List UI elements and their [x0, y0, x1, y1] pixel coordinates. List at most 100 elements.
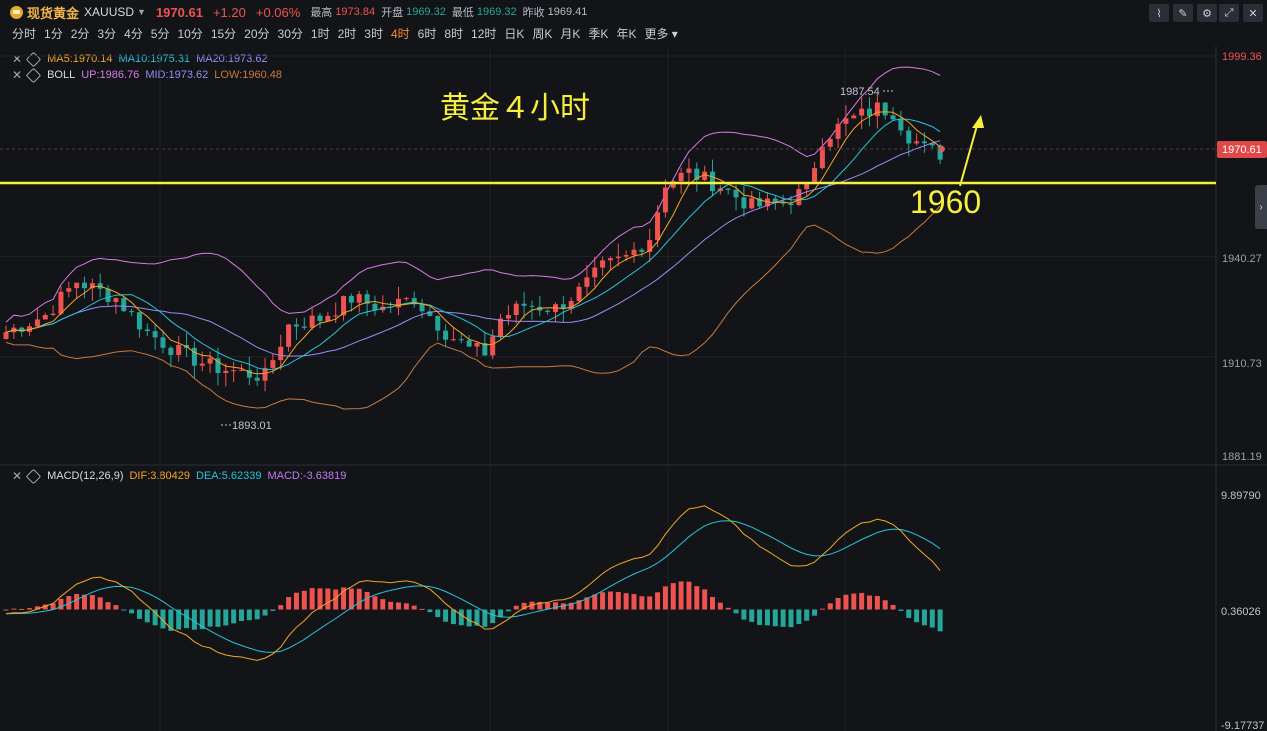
tab-timeframe[interactable]: 8时	[444, 25, 463, 42]
tab-timeframe[interactable]: 6时	[418, 25, 437, 42]
candle-body	[309, 315, 315, 328]
macd-axis-label: 0.36026	[1221, 606, 1261, 618]
candle-body	[482, 343, 488, 356]
macd-histogram-bar	[184, 609, 190, 629]
macd-histogram-bar	[42, 604, 48, 610]
chevron-down-icon[interactable]: ▼	[137, 7, 146, 17]
macd-histogram-bar	[215, 609, 221, 627]
tab-timeframe[interactable]: 1分	[44, 25, 63, 42]
tab-timeframe[interactable]: 3分	[97, 25, 116, 42]
macd-histogram-bar	[58, 598, 64, 610]
macd-histogram-bar	[749, 609, 755, 622]
eye-icon[interactable]	[25, 67, 42, 83]
tab-timeframe[interactable]: 3时	[364, 25, 383, 42]
tab-timeframe[interactable]: 4分	[124, 25, 143, 42]
tab-timeframe[interactable]: 15分	[211, 25, 236, 42]
macd-histogram-bar	[914, 609, 920, 623]
tab-timeframe[interactable]: 5分	[151, 25, 170, 42]
tab-timeframe[interactable]: 月K	[560, 25, 580, 42]
draw-pen-icon[interactable]: ✎	[1173, 4, 1193, 22]
current-price-tag	[1217, 141, 1267, 158]
tab-timeframe[interactable]: 20分	[244, 25, 269, 42]
macd-histogram-bar	[788, 609, 794, 628]
macd-histogram-bar	[592, 594, 598, 610]
macd-histogram-bar	[882, 600, 888, 610]
macd-axis-label: -9.17737	[1221, 720, 1264, 731]
close-icon[interactable]: ✕	[1243, 4, 1263, 22]
macd-histogram-bar	[207, 609, 213, 627]
tab-timeframe[interactable]: 30分	[278, 25, 303, 42]
ma20-line	[5, 140, 941, 357]
ma5-value: MA5:1970.14	[47, 53, 113, 65]
candle-body	[411, 298, 417, 305]
candle-body	[725, 188, 731, 190]
macd-histogram-bar	[348, 588, 354, 610]
tab-timeframe[interactable]: 更多 ▾	[644, 25, 677, 42]
macd-histogram-bar	[11, 608, 17, 610]
tab-timeframe[interactable]: 4时	[391, 25, 410, 42]
macd-histogram-bar	[639, 596, 645, 610]
candle-body	[443, 330, 449, 340]
candle-body	[859, 108, 865, 116]
eye-icon[interactable]	[25, 51, 42, 67]
macd-histogram-bar	[529, 601, 535, 610]
annotation-title: 黄金４小时	[440, 92, 590, 125]
prev-close-value: 1969.41	[547, 6, 588, 18]
close-icon[interactable]: ✕	[12, 68, 22, 82]
candle-body	[615, 256, 621, 259]
tab-timeframe[interactable]: 季K	[588, 25, 608, 42]
candle-body	[874, 102, 880, 117]
tab-timeframe[interactable]: 2分	[71, 25, 90, 42]
window-tools: ⤢ ✕	[1219, 4, 1263, 22]
macd-histogram-bar	[278, 605, 284, 610]
price-chart[interactable]: 黄金４小时 1960 1987.54 1893.01 1999.36 1940.27 19…	[0, 0, 1267, 731]
macd-histogram-bar	[3, 609, 9, 611]
candle-body	[568, 300, 574, 309]
tab-timeframe[interactable]: 10分	[177, 25, 202, 42]
tab-timeframe[interactable]: 分时	[12, 25, 36, 42]
boll-lower-line	[5, 205, 941, 410]
candle-body	[639, 249, 645, 252]
candle-body	[278, 346, 284, 361]
candle-body	[788, 203, 794, 205]
candle-body	[372, 303, 378, 311]
price-axis-label: 1910.73	[1222, 358, 1262, 370]
candle-body	[121, 298, 127, 312]
candle-body	[246, 369, 252, 378]
chart-type-icon[interactable]: ⌇	[1149, 4, 1169, 22]
low-marker: 1893.01	[232, 420, 272, 432]
tab-timeframe[interactable]: 2时	[338, 25, 357, 42]
candle-body	[623, 255, 629, 257]
macd-histogram-bar	[733, 609, 739, 614]
chevron-right-icon[interactable]: ›	[1255, 185, 1267, 229]
macd-histogram-bar	[545, 602, 551, 610]
instrument-symbol[interactable]: XAUUSD	[84, 5, 134, 19]
candle-body	[129, 311, 135, 313]
macd-histogram-bar	[19, 608, 25, 610]
macd-histogram-bar	[647, 596, 653, 610]
ma20-value: MA20:1973.62	[196, 53, 268, 65]
expand-icon[interactable]: ⤢	[1219, 4, 1239, 22]
boll-indicator-legend: ✕ BOLL UP:1986.76 MID:1973.62 LOW:1960.4…	[12, 67, 282, 83]
eye-icon[interactable]	[25, 468, 42, 484]
candle-body	[851, 115, 857, 119]
macd-histogram-bar	[474, 609, 480, 626]
macd-histogram-bar	[521, 602, 527, 610]
tab-timeframe[interactable]: 1时	[311, 25, 330, 42]
tab-timeframe[interactable]: 年K	[616, 25, 636, 42]
candle-body	[356, 294, 362, 303]
candle-body	[576, 286, 582, 301]
indicator-icon[interactable]: ⚙	[1197, 4, 1217, 22]
close-icon[interactable]: ✕	[12, 52, 22, 66]
candle-body	[898, 119, 904, 131]
macd-histogram-bar	[906, 609, 912, 618]
tab-timeframe[interactable]: 周K	[532, 25, 552, 42]
instrument-title[interactable]: 现货黄金	[27, 3, 79, 22]
tab-timeframe[interactable]: 日K	[504, 25, 524, 42]
close-icon[interactable]: ✕	[12, 469, 22, 483]
tab-timeframe[interactable]: 12时	[471, 25, 496, 42]
macd-histogram-bar	[82, 594, 87, 610]
candle-body	[474, 343, 480, 347]
macd-histogram-bar	[466, 609, 472, 627]
candle-body	[882, 102, 888, 116]
